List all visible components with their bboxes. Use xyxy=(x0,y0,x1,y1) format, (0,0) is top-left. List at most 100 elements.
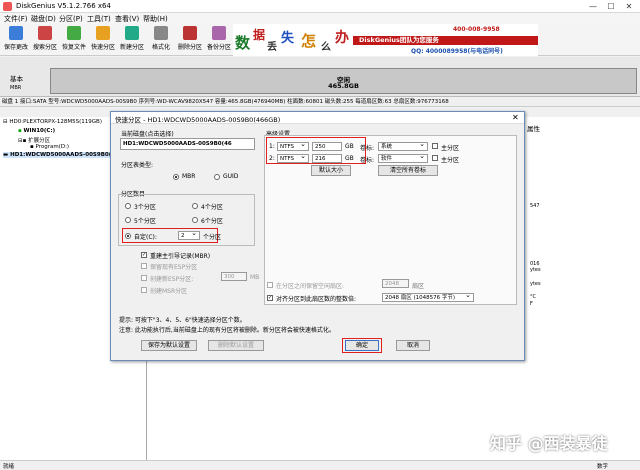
recover-icon xyxy=(67,26,81,40)
tree-item-extended[interactable]: ⊟▪ 扩展分区 xyxy=(18,136,50,144)
primary-checkbox-1[interactable] xyxy=(432,143,438,149)
delete-partition-button[interactable]: 删除分区 xyxy=(178,26,202,54)
new-partition-button[interactable]: 新建分区 xyxy=(120,26,144,54)
banner-char: 数 xyxy=(235,34,251,52)
maximize-button[interactable]: ☐ xyxy=(604,1,618,12)
opt6-radio[interactable] xyxy=(192,217,198,223)
current-disk-field[interactable]: HD1:WDCWD5000AADS-00S9B0(46 xyxy=(120,138,255,150)
current-disk-label: 当前磁盘(点击选择) xyxy=(121,131,174,138)
menu-disk[interactable]: 磁盘(D) xyxy=(31,14,56,24)
delete-default-button[interactable]: 删除默认设置 xyxy=(208,340,264,351)
save-changes-button[interactable]: 保存更改 xyxy=(4,26,28,54)
close-button[interactable]: ✕ xyxy=(622,1,636,12)
esp-size-field[interactable]: 300 xyxy=(221,272,247,281)
create-msr-checkbox[interactable] xyxy=(141,287,147,293)
detail-value: ytes xyxy=(530,267,541,273)
keep-esp-checkbox[interactable] xyxy=(141,263,147,269)
menu-view[interactable]: 查看(V) xyxy=(115,14,139,24)
size-field-1[interactable]: 250 xyxy=(312,142,342,151)
save-icon xyxy=(9,26,23,40)
expand-icon[interactable]: ⊟▪ xyxy=(18,138,28,144)
custom-radio[interactable] xyxy=(125,233,131,239)
reserve-sectors-unit: 扇区 xyxy=(412,283,425,290)
disk-info-bar: 磁盘 1 接口:SATA 型号:WDCWD5000AADS-00S9B0 序列号… xyxy=(0,97,640,107)
size-field-2[interactable]: 216 xyxy=(312,154,342,163)
save-default-button[interactable]: 保存为默认设置 xyxy=(141,340,197,351)
volume-label-caption-1: 卷标: xyxy=(360,145,375,152)
row-index: 1: xyxy=(269,143,275,150)
esp-unit: MB xyxy=(250,274,260,281)
menu-help[interactable]: 帮助(H) xyxy=(143,14,168,24)
guid-radio[interactable] xyxy=(214,174,220,180)
tree-item-c[interactable]: ▪ WIN10(C:) xyxy=(18,128,55,134)
guid-label: GUID xyxy=(223,173,239,180)
banner-char: 怎 xyxy=(301,32,317,50)
rebuild-mbr-checkbox[interactable]: ✓ xyxy=(141,252,147,258)
banner-char: 丢 xyxy=(267,42,277,53)
create-esp-checkbox[interactable] xyxy=(141,275,147,281)
title-bar: DiskGenius V5.1.2.766 x64 — ☐ ✕ xyxy=(0,0,640,13)
fs-select-1[interactable]: NTFS xyxy=(277,142,309,151)
ad-banner[interactable]: 数 据 丢 失 怎 么 办 DiskGenius团队为您服务 400-008-9… xyxy=(233,24,538,56)
volume-label-select-1[interactable]: 系统 xyxy=(378,142,428,151)
tree-item-hd0[interactable]: ⊟ HD0:PLEXTORPX-128M5S(119GB) xyxy=(3,119,102,125)
detail-value: F xyxy=(530,301,533,307)
row-index: 2: xyxy=(269,155,275,162)
free-space-size: 465.8GB xyxy=(328,82,359,90)
tree-item-d[interactable]: ▪ Program(D:) xyxy=(30,144,69,150)
align-select[interactable]: 2048 扇区 (1048576 字节) xyxy=(382,293,474,302)
clear-labels-button[interactable]: 清空所有卷标 xyxy=(378,165,438,176)
banner-phone: 400-008-9958 xyxy=(453,26,500,33)
reserve-sectors-field[interactable]: 2048 xyxy=(382,279,409,288)
free-space-bar[interactable]: 空闲 465.8GB xyxy=(50,68,637,94)
quick-partition-button[interactable]: 快速分区 xyxy=(91,26,115,54)
reserve-sectors-label: 在分区之间保留空闲扇区: xyxy=(276,283,345,290)
recover-files-button[interactable]: 恢复文件 xyxy=(62,26,86,54)
menu-file[interactable]: 文件(F) xyxy=(4,14,28,24)
watermark: 知乎 @西装暴徒 xyxy=(490,434,608,453)
custom-label: 自定(C): xyxy=(134,234,157,241)
reserve-sectors-checkbox[interactable] xyxy=(267,282,273,288)
menu-tools[interactable]: 工具(T) xyxy=(87,14,111,24)
mbr-radio[interactable] xyxy=(173,174,179,180)
dialog-close-icon[interactable]: ✕ xyxy=(512,113,519,122)
keep-esp-label: 保留现有ESP分区 xyxy=(150,264,198,271)
default-size-button[interactable]: 默认大小 xyxy=(311,165,351,176)
primary-label-2: 主分区 xyxy=(441,157,460,164)
search-icon xyxy=(38,26,52,40)
volume-label-select-2[interactable]: 软件 xyxy=(378,154,428,163)
banner-char: 失 xyxy=(281,31,295,46)
opt4-label: 4个分区 xyxy=(201,204,223,211)
menu-bar: 文件(F) 磁盘(D) 分区(P) 工具(T) 查看(V) 帮助(H) xyxy=(0,13,640,24)
banner-char: 么 xyxy=(321,42,331,53)
hint-text: 提示: 可按下"3、4、5、6"快速选择分区个数。 xyxy=(119,317,246,324)
create-msr-label: 创建MSR分区 xyxy=(150,288,188,295)
rebuild-mbr-label: 重建主引导记录(MBR) xyxy=(150,253,211,260)
backup-icon xyxy=(212,26,226,40)
primary-checkbox-2[interactable] xyxy=(432,155,438,161)
opt3-radio[interactable] xyxy=(125,203,131,209)
opt5-radio[interactable] xyxy=(125,217,131,223)
align-checkbox[interactable]: ✓ xyxy=(267,295,273,301)
search-partition-button[interactable]: 搜索分区 xyxy=(33,26,57,54)
opt4-radio[interactable] xyxy=(192,203,198,209)
fs-select-2[interactable]: NTFS xyxy=(277,154,309,163)
banner-qq: QQ: 4000089958(与电话同号) xyxy=(411,48,503,55)
ok-button[interactable]: 确定 xyxy=(345,340,379,351)
size-unit-2: GB xyxy=(345,155,354,162)
detail-value: ytes xyxy=(530,281,541,287)
opt6-label: 6个分区 xyxy=(201,218,223,225)
custom-count-select[interactable]: 2 xyxy=(178,231,200,240)
dialog-title-bar: 快速分区 - HD1:WDCWD5000AADS-00S9B0(466GB) ✕ xyxy=(111,112,524,124)
detail-value: 547 xyxy=(530,203,540,209)
quick-partition-dialog: 快速分区 - HD1:WDCWD5000AADS-00S9B0(466GB) ✕… xyxy=(110,111,525,361)
size-unit-1: GB xyxy=(345,143,354,150)
backup-partition-button[interactable]: 备份分区 xyxy=(207,26,231,54)
opt5-label: 5个分区 xyxy=(134,218,156,225)
menu-partition[interactable]: 分区(P) xyxy=(59,14,83,24)
minimize-button[interactable]: — xyxy=(586,1,600,12)
format-button[interactable]: 格式化 xyxy=(149,26,173,54)
cancel-button[interactable]: 取消 xyxy=(396,340,430,351)
banner-brand: DiskGenius团队为您服务 xyxy=(353,36,538,45)
banner-char: 据 xyxy=(253,28,266,42)
